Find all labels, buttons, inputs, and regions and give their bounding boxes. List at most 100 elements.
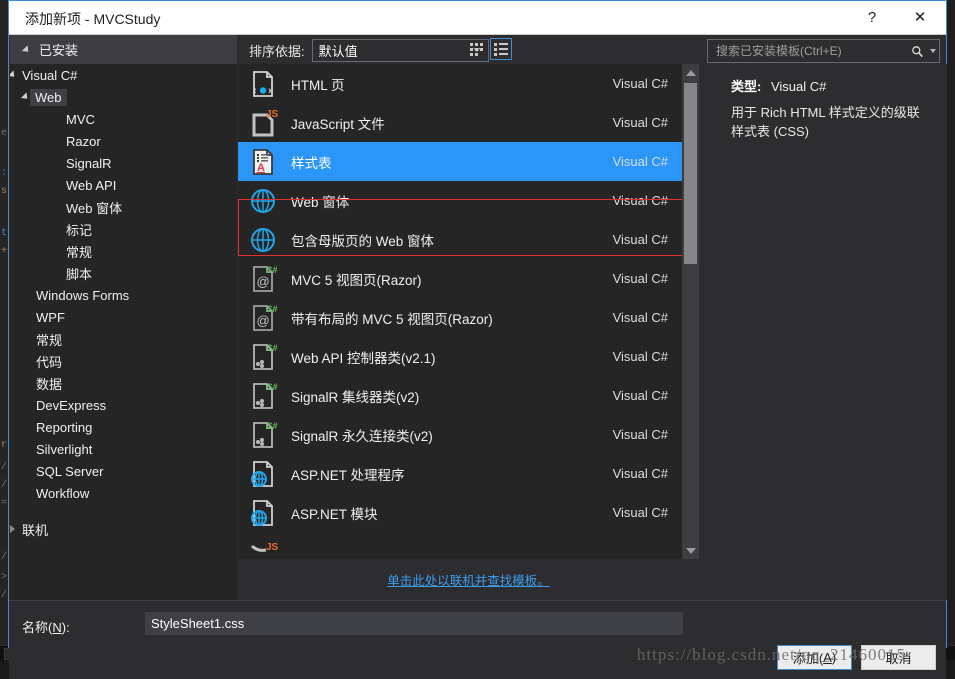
template-list[interactable]: ‹ › HTML 页 Visual C# JS JavaScript 文件 Visual C… <box>238 64 682 559</box>
details-type-label: 类型: <box>731 79 762 94</box>
template-language: Visual C# <box>612 505 668 520</box>
scroll-up-arrow-icon[interactable] <box>682 64 699 81</box>
template-list-item[interactable]: Web 窗体 Visual C# <box>238 181 682 220</box>
grid-view-button[interactable] <box>465 38 487 60</box>
template-list-item[interactable]: @ C# MVC 5 视图页(Razor) Visual C# <box>238 259 682 298</box>
add-new-item-dialog: 添加新项 - MVCStudy ? ✕ 已安装 排序依据: 默认值 搜索已安装模… <box>8 0 947 679</box>
template-name: SignalR 集线器类(v2) <box>291 389 420 405</box>
template-language: Visual C# <box>612 154 668 169</box>
stylesheet-icon: A <box>247 146 283 178</box>
search-dropdown-caret-icon[interactable] <box>927 49 939 53</box>
template-list-item[interactable]: ‹ › HTML 页 Visual C# <box>238 64 682 103</box>
tree-item-[interactable]: 常规 <box>10 240 237 262</box>
template-list-item[interactable]: A 样式表 Visual C# <box>238 142 682 181</box>
template-language: Visual C# <box>612 115 668 130</box>
installed-header[interactable]: 已安装 <box>10 35 237 64</box>
tree-item-label: 脚本 <box>66 266 93 282</box>
template-language: Visual C# <box>612 466 668 481</box>
svg-text:JS: JS <box>266 109 279 120</box>
template-name: MVC 5 视图页(Razor) <box>291 272 422 288</box>
template-list-item[interactable]: ASP.NET 处理程序 Visual C# <box>238 454 682 493</box>
template-list-item[interactable]: JS JavaScript 文件 Visual C# <box>238 103 682 142</box>
tree-item-label: 标记 <box>66 222 93 238</box>
tree-item-workflow[interactable]: Workflow <box>10 482 237 504</box>
tree-item-[interactable]: 联机 <box>10 518 237 540</box>
grid-icon <box>469 42 483 56</box>
template-list-item-partial[interactable]: JS <box>238 532 682 559</box>
tree-item-label: DevExpress <box>36 397 107 413</box>
html-page-icon: ‹ › <box>247 68 283 100</box>
template-list-panel: ‹ › HTML 页 Visual C# JS JavaScript 文件 Visual C… <box>238 64 699 600</box>
list-icon <box>494 42 508 56</box>
svg-text:C#: C# <box>266 265 278 275</box>
template-list-item[interactable]: C# SignalR 集线器类(v2) Visual C# <box>238 376 682 415</box>
sort-value: 默认值 <box>318 44 358 59</box>
name-input[interactable] <box>145 612 683 635</box>
tree-item-label: 常规 <box>36 332 63 348</box>
details-type-row: 类型: Visual C# <box>731 76 826 95</box>
watermark-text: https://blog.csdn.net/qq_21460015 <box>636 645 906 664</box>
template-list-item[interactable]: C# Web API 控制器类(v2.1) Visual C# <box>238 337 682 376</box>
background-code-fragment: / <box>1 462 8 473</box>
category-tree[interactable]: Visual C# Web MVC Razor SignalR Web API Web 窗体… <box>10 64 237 600</box>
template-language: Visual C# <box>612 310 668 325</box>
tree-item-visual-c[interactable]: Visual C# <box>10 64 237 86</box>
name-label-accesskey: N <box>52 620 62 635</box>
help-button[interactable]: ? <box>850 1 894 33</box>
tree-item-[interactable]: 代码 <box>10 350 237 372</box>
tree-item-web[interactable]: Web <box>10 86 237 108</box>
scrollbar-thumb[interactable] <box>684 83 697 264</box>
dialog-toolbar: 已安装 排序依据: 默认值 <box>9 35 946 64</box>
template-list-item[interactable]: C# SignalR 永久连接类(v2) Visual C# <box>238 415 682 454</box>
tree-item-wpf[interactable]: WPF <box>10 306 237 328</box>
tree-item-razor[interactable]: Razor <box>10 130 237 152</box>
svg-text:‹: ‹ <box>253 85 257 97</box>
details-panel: 类型: Visual C# 用于 Rich HTML 样式定义的级联样式表 (C… <box>700 64 947 600</box>
tree-item-label: SQL Server <box>36 463 104 479</box>
sort-dropdown[interactable]: 默认值 <box>311 39 489 62</box>
tree-item-[interactable]: 标记 <box>10 218 237 240</box>
tree-item-[interactable]: 数据 <box>10 372 237 394</box>
tree-item-devexpress[interactable]: DevExpress <box>10 394 237 416</box>
tree-item-web-api[interactable]: Web API <box>10 174 237 196</box>
tree-item-sql-server[interactable]: SQL Server <box>10 460 237 482</box>
search-input[interactable] <box>714 43 907 59</box>
chevron-down-icon[interactable] <box>10 70 18 80</box>
dialog-title-bar: 添加新项 - MVCStudy ? ✕ <box>9 1 946 35</box>
tree-item-windows-forms[interactable]: Windows Forms <box>10 284 237 306</box>
dialog-body: Visual C# Web MVC Razor SignalR Web API Web 窗体… <box>9 64 947 600</box>
template-list-item[interactable]: 包含母版页的 Web 窗体 Visual C# <box>238 220 682 259</box>
tree-item-[interactable]: 常规 <box>10 328 237 350</box>
template-name: HTML 页 <box>291 77 345 93</box>
close-button[interactable]: ✕ <box>898 1 942 33</box>
template-language: Visual C# <box>612 427 668 442</box>
globe-doc-icon <box>247 458 283 490</box>
chevron-down-icon[interactable] <box>20 92 31 102</box>
tree-item-[interactable]: 脚本 <box>10 262 237 284</box>
dialog-footer: 名称(N): 添加(A) 取消 https://blog.csdn.net/qq… <box>9 600 946 679</box>
name-label: 名称(N): <box>22 617 70 636</box>
online-templates-link[interactable]: 单击此处以联机并查找模板。 <box>387 570 550 589</box>
tree-item-label: Windows Forms <box>36 287 130 303</box>
template-name: SignalR 永久连接类(v2) <box>291 428 433 444</box>
svg-text:C#: C# <box>266 382 278 392</box>
tree-item-label: Web <box>30 88 67 106</box>
scroll-down-arrow-icon[interactable] <box>682 542 699 559</box>
tree-item-web[interactable]: Web 窗体 <box>10 196 237 218</box>
template-name: ASP.NET 模块 <box>291 506 378 522</box>
list-view-button[interactable] <box>490 38 512 60</box>
tree-item-label: Visual C# <box>22 67 78 83</box>
globe-icon <box>247 224 283 256</box>
tree-item-mvc[interactable]: MVC <box>10 108 237 130</box>
search-icon <box>907 45 927 58</box>
tree-item-signalr[interactable]: SignalR <box>10 152 237 174</box>
template-list-item[interactable]: ASP.NET 模块 Visual C# <box>238 493 682 532</box>
tree-item-silverlight[interactable]: Silverlight <box>10 438 237 460</box>
template-list-scrollbar[interactable] <box>682 64 699 559</box>
chevron-right-icon[interactable] <box>10 525 15 533</box>
svg-text:C#: C# <box>266 304 278 314</box>
tree-item-label: Web API <box>66 177 117 193</box>
search-box[interactable] <box>707 39 940 63</box>
template-list-item[interactable]: @ C# 带有布局的 MVC 5 视图页(Razor) Visual C# <box>238 298 682 337</box>
tree-item-reporting[interactable]: Reporting <box>10 416 237 438</box>
